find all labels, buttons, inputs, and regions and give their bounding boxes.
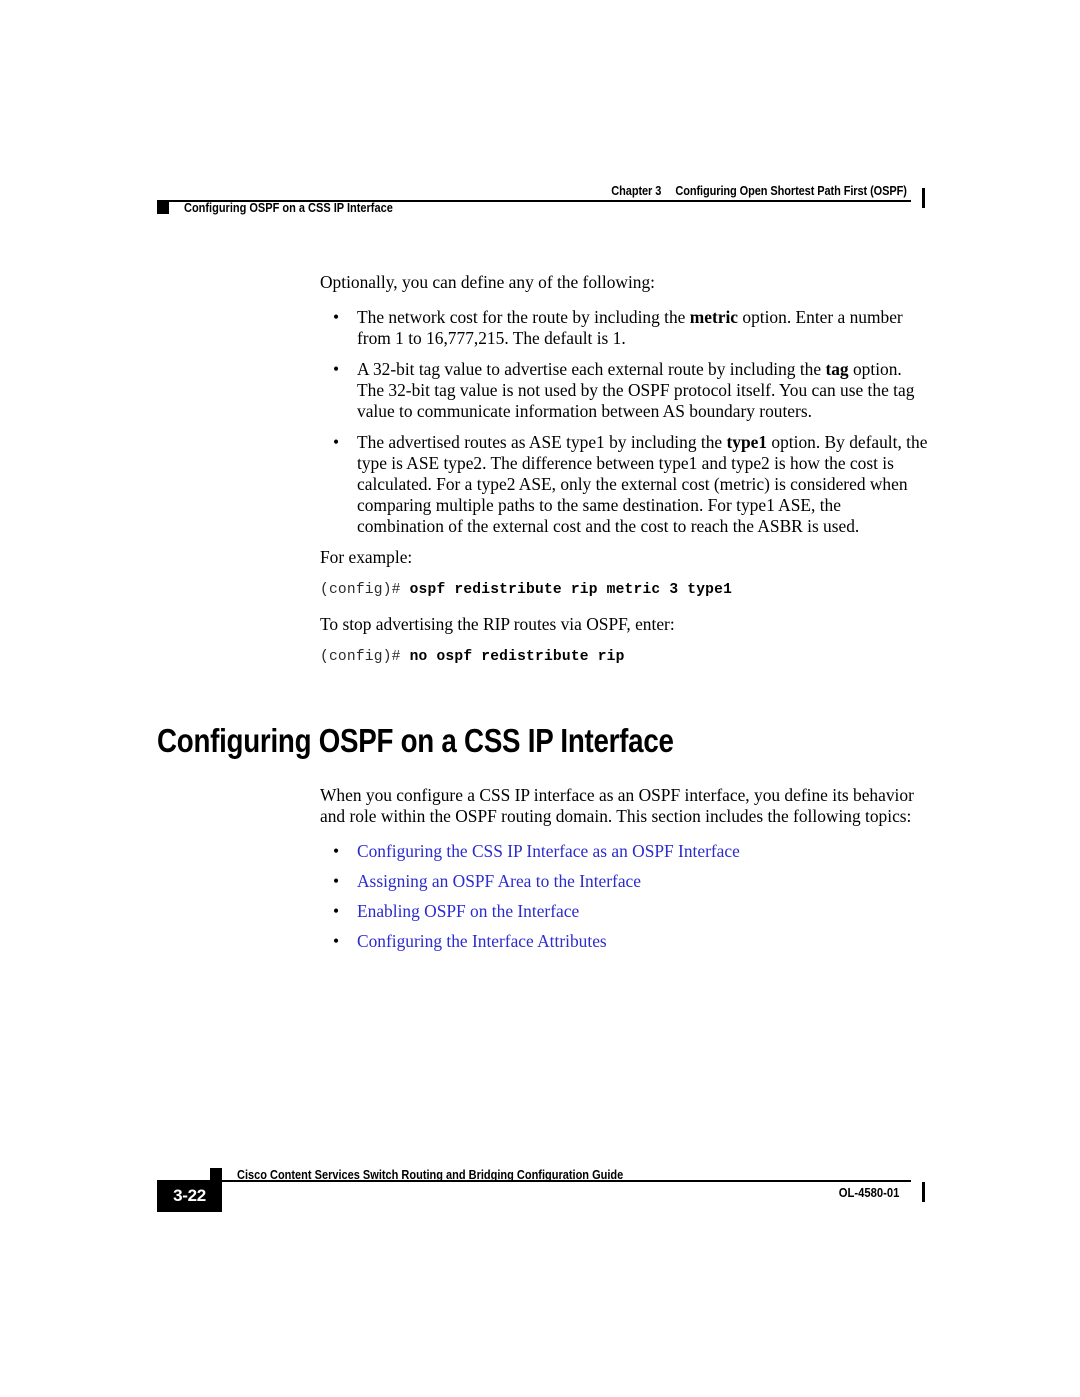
footer-rule [210, 1180, 911, 1182]
list-item: • Enabling OSPF on the Interface [320, 901, 928, 922]
bullet-text-before: The advertised routes as ASE type1 by in… [357, 432, 727, 452]
running-head-top-row: Chapter 3 Configuring Open Shortest Path … [157, 180, 925, 200]
bullet-keyword: metric [689, 307, 739, 327]
footer-document-number: OL-4580-01 [838, 1186, 899, 1200]
bullet-icon: • [333, 432, 340, 452]
topic-link-configuring-interface-attributes[interactable]: Configuring the Interface Attributes [357, 931, 607, 951]
footer-page-number-box: 3-22 [157, 1180, 222, 1212]
bullet-icon: • [333, 307, 340, 327]
list-item: • Configuring the Interface Attributes [320, 931, 928, 952]
footer-end-tick [921, 1182, 925, 1202]
section-intro-paragraph: When you configure a CSS IP interface as… [320, 785, 914, 826]
main-content: Optionally, you can define any of the fo… [320, 272, 928, 667]
intro-paragraph: Optionally, you can define any of the fo… [320, 272, 656, 292]
document-page: Chapter 3 Configuring Open Shortest Path … [0, 0, 1080, 1397]
running-head-square-marker [157, 202, 169, 214]
page-title: Configuring OSPF on a CSS IP Interface [157, 722, 674, 759]
command-prompt: (config)# [320, 649, 410, 665]
bullet-keyword: type1 [726, 432, 768, 452]
topic-link-list: • Configuring the CSS IP Interface as an … [320, 841, 928, 952]
bullet-text-before: A 32-bit tag value to advertise each ext… [357, 359, 826, 379]
stop-advertising-label: To stop advertising the RIP routes via O… [320, 614, 675, 634]
running-head-chapter: Chapter 3 Configuring Open Shortest Path … [611, 184, 907, 198]
topic-link-enabling-ospf[interactable]: Enabling OSPF on the Interface [357, 901, 579, 921]
command-example-1: (config)# ospf redistribute rip metric 3… [320, 580, 928, 600]
bullet-keyword: tag [825, 359, 849, 379]
bullet-icon: • [333, 841, 340, 861]
topic-link-configuring-css-ip-interface[interactable]: Configuring the CSS IP Interface as an O… [357, 841, 740, 861]
running-head-section-title: Configuring OSPF on a CSS IP Interface [184, 201, 393, 215]
list-item: • Assigning an OSPF Area to the Interface [320, 871, 928, 892]
footer-square-marker [210, 1168, 222, 1180]
running-head-chapter-number: Chapter 3 [611, 184, 662, 198]
running-head-end-tick [921, 188, 925, 208]
list-item: • The advertised routes as ASE type1 by i… [320, 432, 928, 537]
command-text: ospf redistribute rip metric 3 type1 [409, 582, 733, 598]
footer-page-number: 3-22 [173, 1186, 206, 1205]
bullet-icon: • [333, 871, 340, 891]
bullet-text-before: The network cost for the route by includ… [357, 307, 690, 327]
running-head: Chapter 3 Configuring Open Shortest Path … [157, 180, 925, 228]
list-item: • The network cost for the route by inclu… [320, 307, 928, 349]
list-item: • Configuring the CSS IP Interface as an … [320, 841, 928, 862]
bullet-icon: • [333, 901, 340, 921]
command-text: no ospf redistribute rip [409, 649, 625, 665]
bullet-icon: • [333, 931, 340, 951]
topic-link-assigning-ospf-area[interactable]: Assigning an OSPF Area to the Interface [357, 871, 641, 891]
list-item: • A 32-bit tag value to advertise each ex… [320, 359, 928, 422]
example-label: For example: [320, 547, 413, 567]
running-head-chapter-title: Configuring Open Shortest Path First (OS… [675, 184, 908, 198]
page-footer: Cisco Content Services Switch Routing an… [157, 1168, 925, 1228]
section-content: When you configure a CSS IP interface as… [320, 785, 928, 961]
command-example-2: (config)# no ospf redistribute rip [320, 647, 928, 667]
option-bullet-list: • The network cost for the route by inclu… [320, 307, 928, 537]
command-prompt: (config)# [320, 582, 410, 598]
bullet-icon: • [333, 359, 340, 379]
